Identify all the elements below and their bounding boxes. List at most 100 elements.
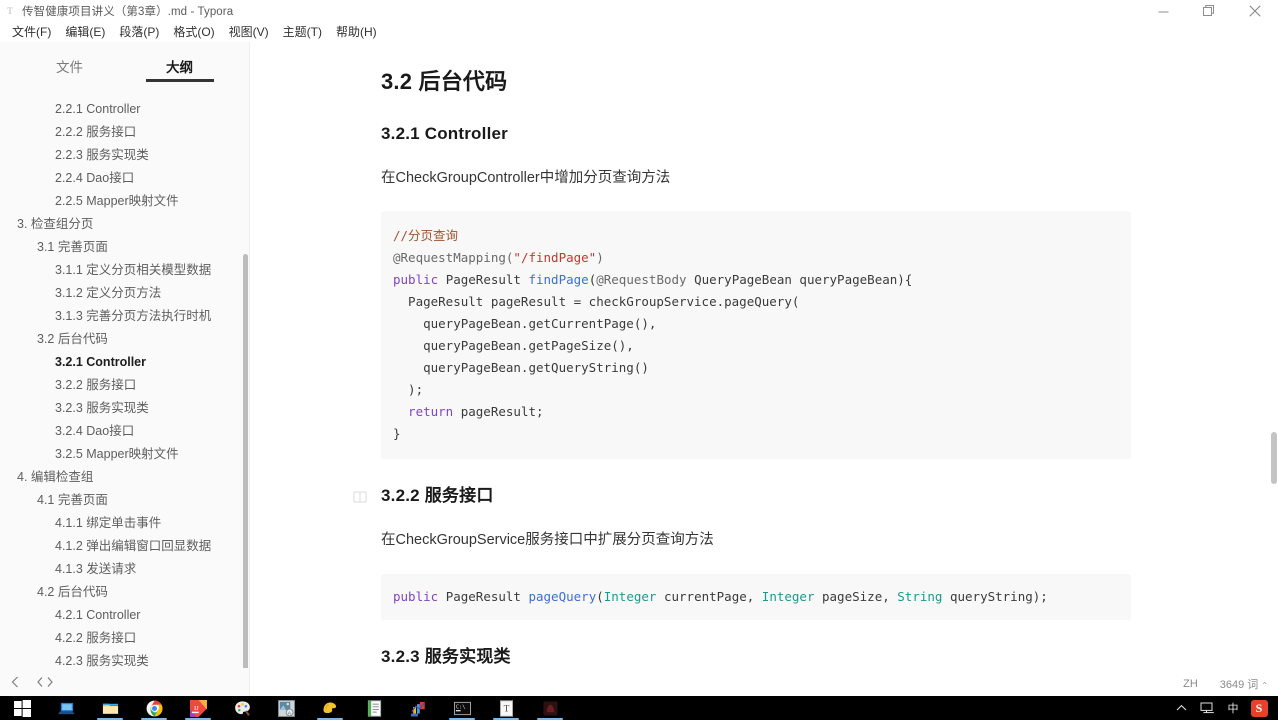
- tab-files[interactable]: 文件: [15, 56, 125, 82]
- outline-item[interactable]: 3.1 完善页面: [0, 236, 249, 259]
- outline-item[interactable]: 4.2 后台代码: [0, 581, 249, 604]
- outline-item[interactable]: 3.2.4 Dao接口: [0, 420, 249, 443]
- window-title: 传智健康项目讲义（第3章）.md - Typora: [22, 6, 234, 18]
- code-token: queryPageBean.getPageSize(),: [393, 338, 634, 354]
- menu-theme[interactable]: 主题(T): [276, 22, 329, 42]
- language-indicator[interactable]: ZH: [1183, 678, 1198, 690]
- svg-text:T: T: [503, 704, 509, 714]
- outline-item[interactable]: 4.1.2 弹出编辑窗口回显数据: [0, 535, 249, 558]
- outline-item[interactable]: 3.2.3 服务实现类: [0, 397, 249, 420]
- outline-item[interactable]: 2.2.3 服务实现类: [0, 144, 249, 167]
- paragraph-3-2-1: 在CheckGroupController中增加分页查询方法: [381, 169, 671, 186]
- paint-palette-icon: [234, 700, 250, 716]
- outline-item[interactable]: 3.1.2 定义分页方法: [0, 282, 249, 305]
- code-token: Integer: [603, 588, 657, 604]
- source-code-icon[interactable]: [30, 668, 60, 696]
- svg-text:IJ: IJ: [193, 704, 198, 711]
- outline-item[interactable]: 4.1.1 绑定单击事件: [0, 512, 249, 535]
- snipping-tool-button[interactable]: A: [264, 696, 308, 720]
- sidebar-scrollbar-thumb[interactable]: [243, 254, 248, 696]
- code-block-service-interface[interactable]: public PageResult pageQuery(Integer curr…: [381, 573, 1131, 620]
- word-count[interactable]: 3649 词 ⌃: [1220, 676, 1268, 692]
- code-token: Integer: [761, 588, 815, 604]
- heading-3-2-2-text: 3.2.2 服务接口: [381, 486, 494, 506]
- typora-icon: T: [7, 6, 13, 16]
- code-token: currentPage,: [656, 588, 762, 604]
- menu-view[interactable]: 视图(V): [222, 22, 276, 42]
- outline-item[interactable]: 2.2.1 Controller: [0, 98, 249, 121]
- editor-pane[interactable]: 3.2 后台代码 3.2.1 Controller 在CheckGroupCon…: [250, 42, 1278, 696]
- sogou-input-icon[interactable]: S: [1246, 696, 1272, 720]
- terminal-button[interactable]: C:\: [440, 696, 484, 720]
- code-token: QueryPageBean queryPageBean){: [686, 272, 913, 288]
- app-icon: [542, 700, 558, 716]
- chart-app-button[interactable]: [396, 696, 440, 720]
- folder-yellow-button[interactable]: [308, 696, 352, 720]
- code-block-controller[interactable]: //分页查询 @RequestMapping("/findPage") publ…: [381, 211, 1131, 460]
- outline-item[interactable]: 4.2.2 服务接口: [0, 627, 249, 650]
- outline-item[interactable]: 4.1.3 发送请求: [0, 558, 249, 581]
- code-token: pageQuery: [528, 588, 597, 604]
- outline-list[interactable]: 2.2.1 Controller 2.2.2 服务接口 2.2.3 服务实现类 2.2…: [0, 90, 249, 668]
- code-token: pageSize,: [814, 588, 898, 604]
- sogou-logo: S: [1250, 699, 1268, 717]
- outline-item[interactable]: 4.1 完善页面: [0, 489, 249, 512]
- code-token: String: [897, 588, 943, 604]
- title-bar: T 传智健康项目讲义（第3章）.md - Typora: [0, 0, 1278, 22]
- folder-icon: [102, 703, 118, 714]
- typora-button[interactable]: T: [484, 696, 528, 720]
- outline-item[interactable]: 2.2.4 Dao接口: [0, 167, 249, 190]
- document-body: 3.2 后台代码 3.2.1 Controller 在CheckGroupCon…: [250, 42, 1262, 696]
- outline-item[interactable]: 2.2.2 服务接口: [0, 121, 249, 144]
- outline-item[interactable]: 3.1.1 定义分页相关模型数据: [0, 259, 249, 282]
- menu-file[interactable]: 文件(F): [5, 22, 58, 42]
- outline-item[interactable]: 3.2.2 服务接口: [0, 374, 249, 397]
- code-token: }: [393, 426, 401, 442]
- chrome-button[interactable]: [132, 696, 176, 720]
- menu-edit[interactable]: 编辑(E): [58, 22, 112, 42]
- taskbar: IJ A C:\ T 中 S: [0, 696, 1278, 720]
- outline-item[interactable]: 3.2.5 Mapper映射文件: [0, 443, 249, 466]
- outline-item[interactable]: 3.2.1 Controller: [0, 351, 249, 374]
- paint-button[interactable]: [220, 696, 264, 720]
- heading-3-2-1: 3.2.1 Controller: [381, 123, 508, 143]
- network-icon[interactable]: [1194, 696, 1220, 720]
- extra-app-button[interactable]: [528, 696, 572, 720]
- code-token: pageResult;: [460, 404, 544, 420]
- close-button[interactable]: [1232, 0, 1278, 22]
- outline-item[interactable]: 4. 编辑检查组: [0, 466, 249, 489]
- restore-button[interactable]: [1186, 0, 1232, 22]
- outline-item[interactable]: 4.2.1 Controller: [0, 604, 249, 627]
- fold-toggle-icon[interactable]: [353, 488, 367, 503]
- outline-item[interactable]: 3.2 后台代码: [0, 328, 249, 351]
- menu-bar: 文件(F) 编辑(E) 段落(P) 格式(O) 视图(V) 主题(T) 帮助(H…: [0, 22, 1278, 42]
- task-view-button[interactable]: [44, 696, 88, 720]
- code-token: (: [596, 588, 604, 604]
- chrome-icon: [146, 700, 162, 716]
- menu-paragraph[interactable]: 段落(P): [112, 22, 166, 42]
- outline-item[interactable]: 4.2.3 服务实现类: [0, 650, 249, 668]
- heading-3-2-3: 3.2.3 服务实现类: [381, 646, 511, 666]
- start-button[interactable]: [0, 696, 44, 720]
- menu-help[interactable]: 帮助(H): [329, 22, 384, 42]
- windows-logo-icon: [13, 699, 31, 717]
- editor-scrollbar-thumb[interactable]: [1271, 432, 1277, 484]
- outline-item[interactable]: 2.2.5 Mapper映射文件: [0, 190, 249, 213]
- status-bar: ZH 3649 词 ⌃: [250, 672, 1278, 696]
- notepad-button[interactable]: [352, 696, 396, 720]
- code-token: PageResult: [445, 272, 529, 288]
- file-explorer-button[interactable]: [88, 696, 132, 720]
- chevron-up-icon[interactable]: [1168, 696, 1194, 720]
- code-token: queryPageBean.getCurrentPage(),: [393, 316, 657, 332]
- outline-item[interactable]: 3.1.3 完善分页方法执行时机: [0, 305, 249, 328]
- menu-format[interactable]: 格式(O): [166, 22, 221, 42]
- tab-outline[interactable]: 大纲: [125, 56, 235, 82]
- sidebar-tabs: 文件 大纲: [0, 42, 249, 82]
- intellij-idea-button[interactable]: IJ: [176, 696, 220, 720]
- document-icon: [367, 699, 381, 717]
- code-token: //分页查询: [393, 228, 459, 244]
- chevron-left-icon[interactable]: [0, 668, 30, 696]
- minimize-button[interactable]: [1140, 0, 1186, 22]
- ime-indicator[interactable]: 中: [1220, 696, 1246, 720]
- outline-item[interactable]: 3. 检查组分页: [0, 213, 249, 236]
